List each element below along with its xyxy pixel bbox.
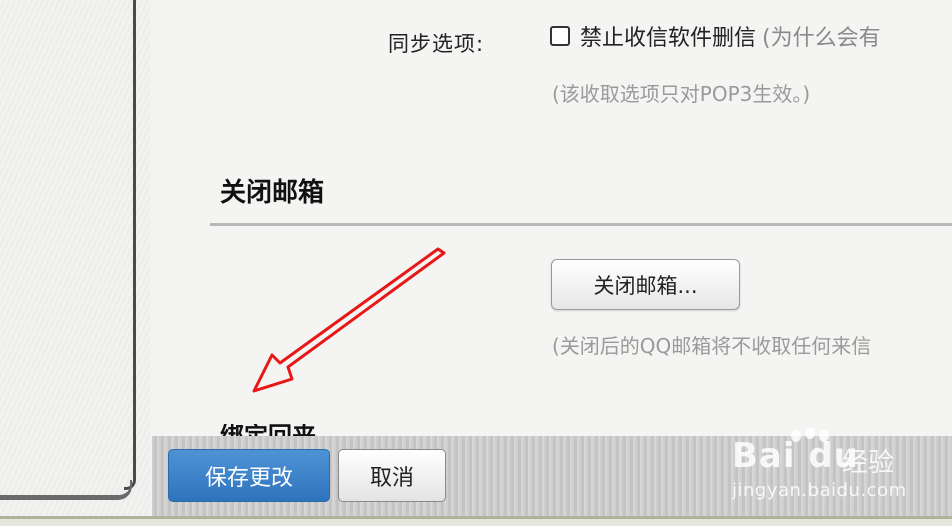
baidu-watermark: Bai du 经验 jingyan.baidu.com [722,428,922,508]
save-changes-button[interactable]: 保存更改 [168,449,330,502]
frame-border-bottom [0,480,132,500]
section-divider [210,223,952,226]
pop3-hint: (该收取选项只对POP3生效。) [552,82,811,106]
watermark-text: 经验 [842,448,895,478]
sync-option-row: 禁止收信软件删信 (为什么会有 [550,20,881,52]
checkbox-label[interactable]: 禁止收信软件删信 [580,20,756,52]
close-mailbox-button[interactable]: 关闭邮箱... [551,259,740,310]
watermark-url: jingyan.baidu.com [732,480,907,501]
paw-icon [791,428,829,442]
close-mailbox-hint: (关闭后的QQ邮箱将不收取任何来信 [552,334,872,358]
bottom-strip [0,516,952,526]
disable-delete-checkbox[interactable] [550,26,570,46]
frame-border [124,0,136,490]
close-mailbox-heading: 关闭邮箱 [220,178,325,208]
red-arrow-annotation [252,247,446,393]
sync-options-label: 同步选项: [388,32,485,56]
why-link[interactable]: (为什么会有 [762,20,881,52]
next-section-heading: 绑定回来 [220,424,316,436]
cancel-button[interactable]: 取消 [338,449,446,502]
